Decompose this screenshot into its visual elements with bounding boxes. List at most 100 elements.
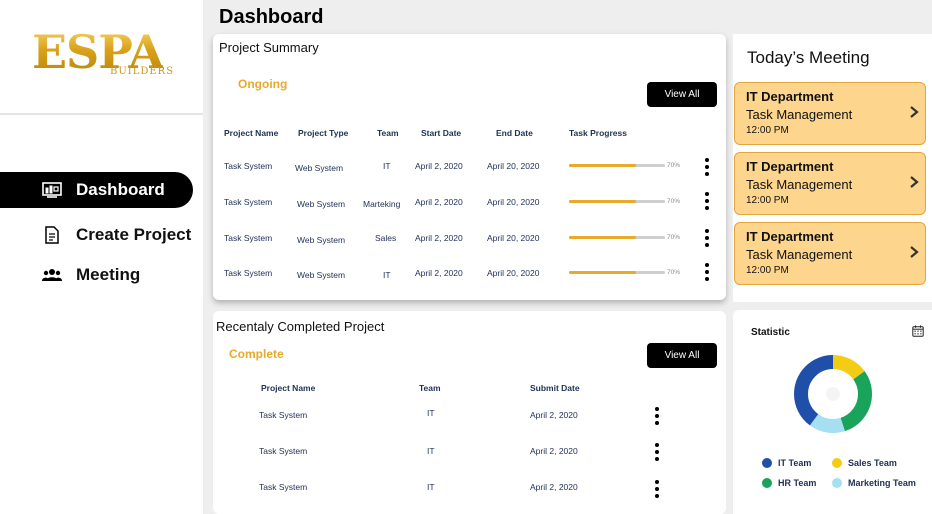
- column-header[interactable]: Project Type: [298, 128, 348, 138]
- recently-completed-card: Recentaly Completed Project Complete Vie…: [213, 311, 726, 514]
- cell-team: Sales: [375, 233, 397, 243]
- meeting-task: Task Management: [746, 107, 853, 122]
- cell-project-name: Task System: [259, 446, 308, 456]
- cell-team: Marteking: [363, 199, 401, 209]
- cell-submit-date: April 2, 2020: [530, 482, 578, 492]
- cell-start-date: April 2, 2020: [415, 161, 463, 171]
- progress-percent: 70%: [667, 198, 681, 205]
- statistic-title: Statistic: [751, 327, 790, 338]
- completed-view-all-button[interactable]: View All: [647, 343, 717, 368]
- cell-project-type: Web System: [297, 199, 346, 209]
- legend-label: Marketing Team: [848, 478, 916, 488]
- cell-submit-date: April 2, 2020: [530, 410, 578, 420]
- donut-center: [826, 387, 840, 401]
- nav-item-meeting[interactable]: Meeting: [0, 257, 193, 293]
- column-header[interactable]: Project Name: [261, 383, 315, 393]
- legend-label: HR Team: [778, 478, 817, 488]
- task-progress-bar: [569, 271, 665, 274]
- meeting-time: 12:00 PM: [746, 125, 789, 136]
- chevron-right-icon[interactable]: [909, 105, 919, 119]
- cell-project-name: Task System: [224, 233, 273, 243]
- nav-label-create-project: Create Project: [76, 225, 192, 244]
- todays-meeting-panel: Today’s Meeting IT Department Task Manag…: [733, 34, 932, 302]
- nav-label-meeting: Meeting: [76, 265, 141, 284]
- summary-view-all-button[interactable]: View All: [647, 82, 717, 107]
- meeting-time: 12:00 PM: [746, 265, 789, 276]
- column-header[interactable]: Team: [419, 383, 441, 393]
- progress-fill: [569, 164, 637, 167]
- column-header[interactable]: Team: [377, 128, 399, 138]
- recently-completed-title: Recentaly Completed Project: [216, 319, 385, 334]
- cell-team: IT: [383, 270, 391, 280]
- column-header[interactable]: Submit Date: [530, 383, 580, 393]
- chevron-right-icon[interactable]: [909, 245, 919, 259]
- meeting-department: IT Department: [746, 229, 834, 244]
- nav-item-dashboard[interactable]: Dashboard: [0, 172, 193, 208]
- cell-project-name: Task System: [224, 197, 273, 207]
- meeting-card[interactable]: IT Department Task Management 12:00 PM: [734, 82, 926, 145]
- cell-project-name: Task System: [224, 161, 273, 171]
- legend-sales-team: Sales Team: [832, 458, 897, 468]
- column-header[interactable]: Project Name: [224, 128, 278, 138]
- meeting-task: Task Management: [746, 247, 853, 262]
- cell-start-date: April 2, 2020: [415, 268, 463, 278]
- dashboard-icon: [41, 181, 63, 199]
- task-progress-bar: [569, 236, 665, 239]
- cell-team: IT: [427, 482, 435, 492]
- logo-subtitle: BUILDERS: [110, 66, 175, 77]
- cell-start-date: April 2, 2020: [415, 197, 463, 207]
- row-menu-icon[interactable]: [653, 407, 661, 425]
- cell-project-name: Task System: [259, 410, 308, 420]
- progress-percent: 70%: [667, 269, 681, 276]
- team-donut-chart: [794, 355, 872, 433]
- row-menu-icon[interactable]: [703, 158, 711, 176]
- legend-label: IT Team: [778, 458, 812, 468]
- sidebar: ESPA BUILDERS Dashboard Create Project M…: [0, 0, 203, 514]
- meeting-card[interactable]: IT Department Task Management 12:00 PM: [734, 152, 926, 215]
- cell-end-date: April 20, 2020: [487, 233, 540, 243]
- row-menu-icon[interactable]: [653, 480, 661, 498]
- cell-project-type: Web System: [295, 163, 344, 173]
- column-header[interactable]: Task Progress: [569, 128, 627, 138]
- progress-percent: 70%: [667, 234, 681, 241]
- progress-fill: [569, 200, 637, 203]
- progress-percent: 70%: [667, 162, 681, 169]
- row-menu-icon[interactable]: [703, 192, 711, 210]
- meeting-department: IT Department: [746, 159, 834, 174]
- legend-hr-team: HR Team: [762, 478, 816, 488]
- column-header[interactable]: Start Date: [421, 128, 461, 138]
- calendar-icon[interactable]: [912, 325, 924, 337]
- cell-end-date: April 20, 2020: [487, 161, 540, 171]
- cell-project-name: Task System: [259, 482, 308, 492]
- row-menu-icon[interactable]: [703, 263, 711, 281]
- cell-project-type: Web System: [297, 235, 346, 245]
- progress-fill: [569, 236, 637, 239]
- cell-team: IT: [383, 161, 391, 171]
- meeting-department: IT Department: [746, 89, 834, 104]
- document-icon: [41, 226, 63, 244]
- task-progress-bar: [569, 200, 665, 203]
- espa-logo[interactable]: ESPA BUILDERS: [32, 28, 174, 80]
- legend-label: Sales Team: [848, 458, 897, 468]
- page-title: Dashboard: [219, 6, 324, 28]
- meeting-card[interactable]: IT Department Task Management 12:00 PM: [734, 222, 926, 285]
- row-menu-icon[interactable]: [703, 229, 711, 247]
- cell-team: IT: [427, 446, 435, 456]
- legend-dot: [762, 478, 772, 488]
- sidebar-divider: [0, 113, 203, 115]
- column-header[interactable]: End Date: [496, 128, 533, 138]
- project-summary-card: Project Summary Ongoing View All Project…: [213, 34, 726, 300]
- task-progress-bar: [569, 164, 665, 167]
- cell-team: IT: [427, 408, 435, 418]
- legend-dot: [762, 458, 772, 468]
- nav-item-create-project[interactable]: Create Project: [0, 217, 193, 253]
- cell-submit-date: April 2, 2020: [530, 446, 578, 456]
- cell-end-date: April 20, 2020: [487, 197, 540, 207]
- progress-fill: [569, 271, 637, 274]
- legend-marketing-team: Marketing Team: [832, 478, 916, 488]
- row-menu-icon[interactable]: [653, 443, 661, 461]
- cell-project-name: Task System: [224, 268, 273, 278]
- chevron-right-icon[interactable]: [909, 175, 919, 189]
- people-icon: [41, 266, 63, 284]
- cell-project-type: Web System: [297, 270, 346, 280]
